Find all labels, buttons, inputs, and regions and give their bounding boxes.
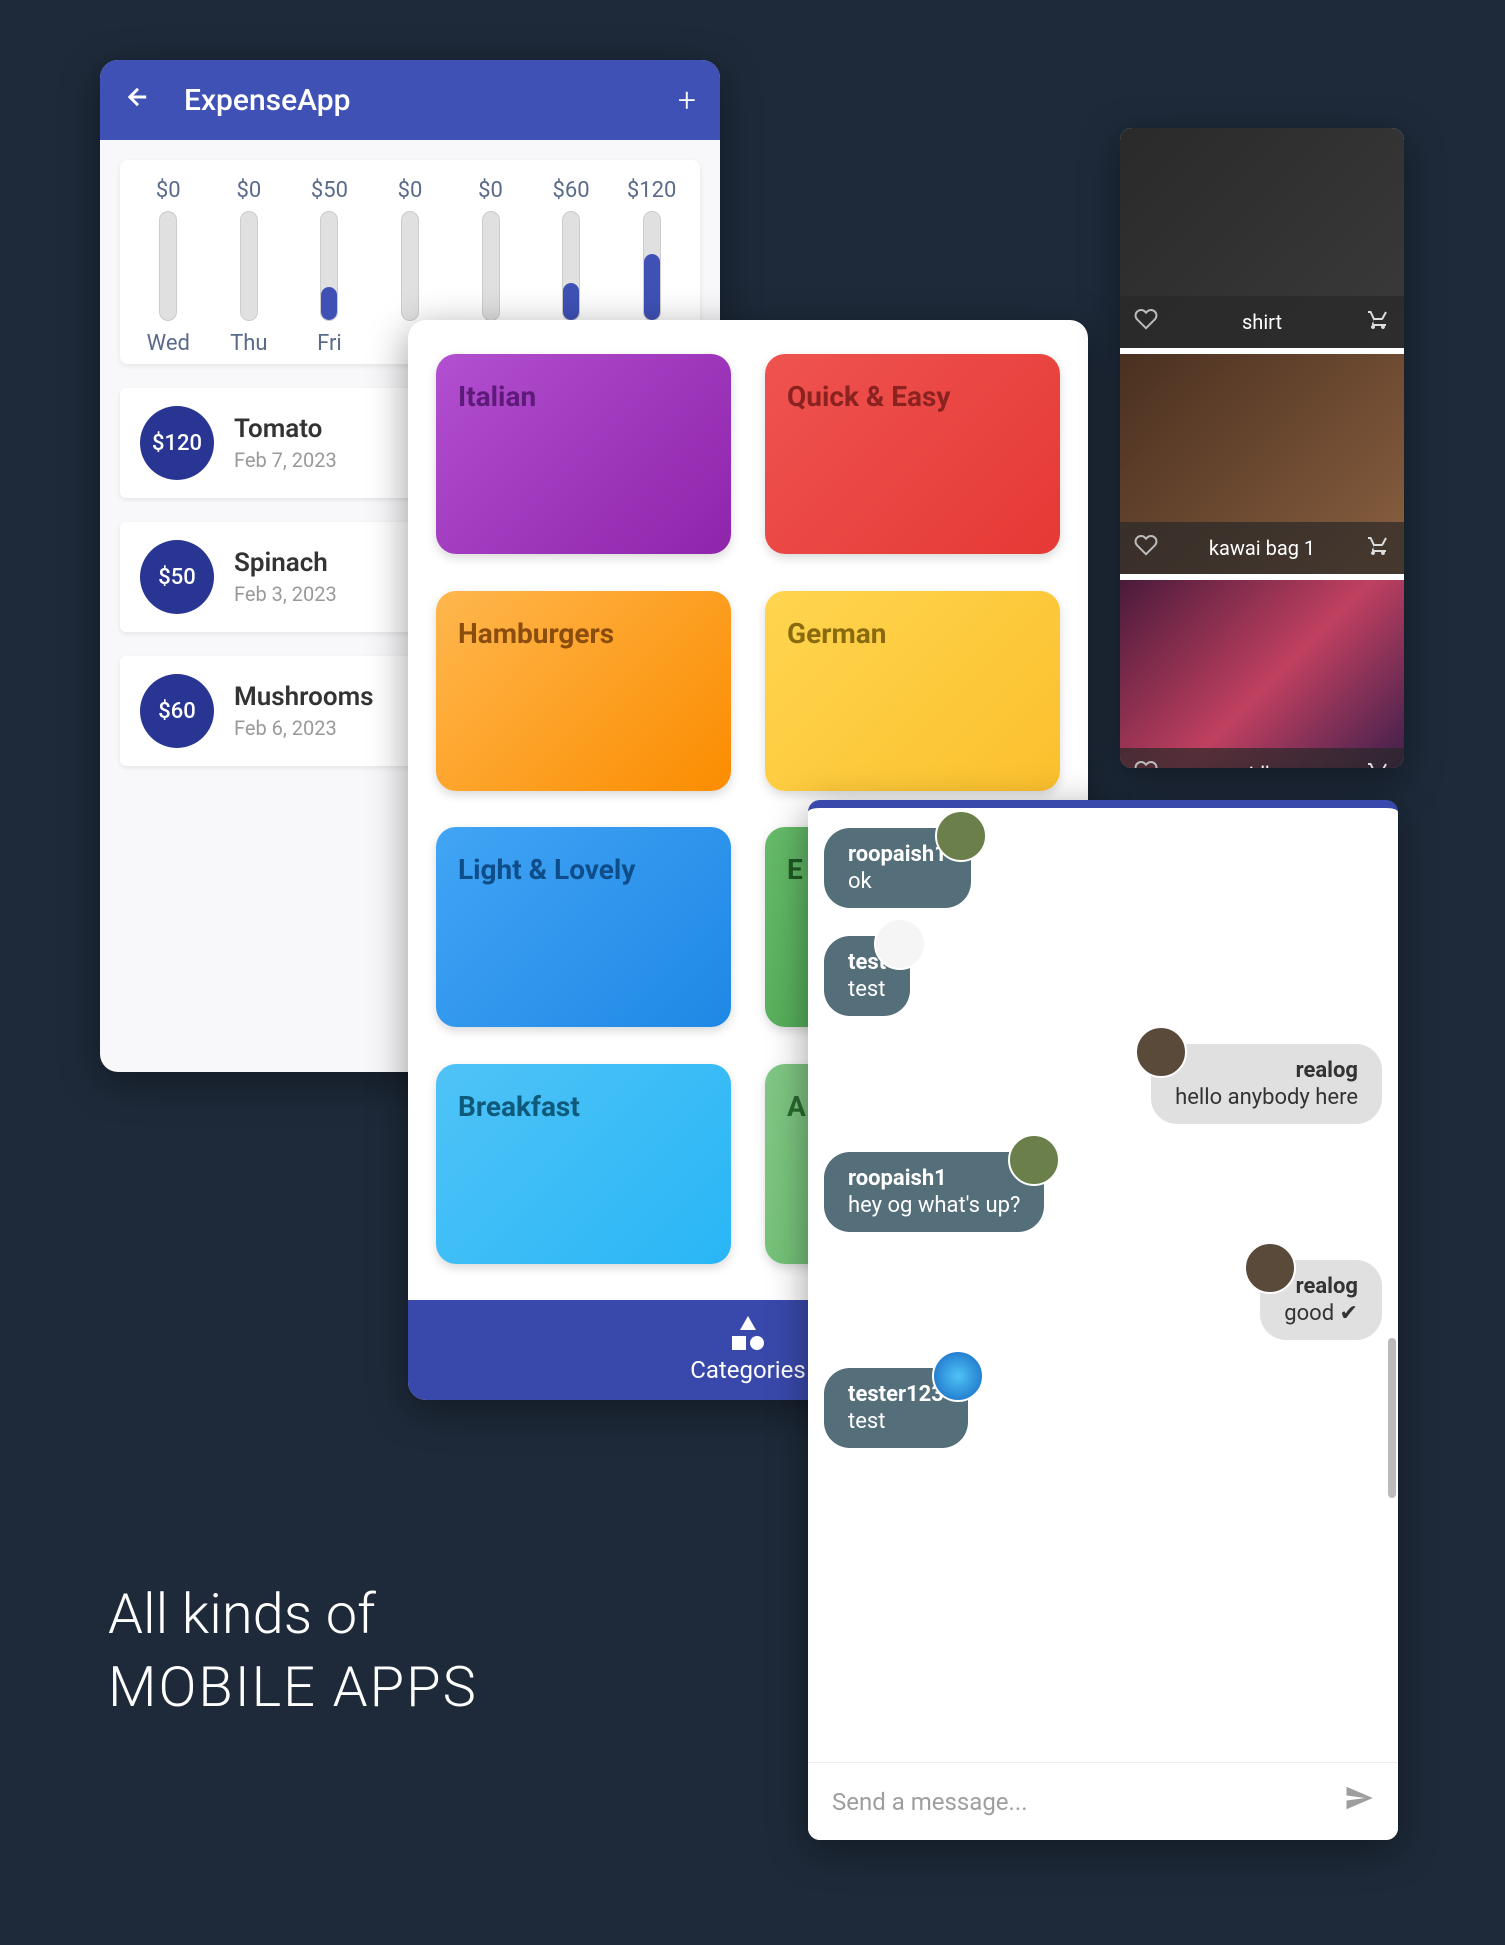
chat-message: realoghello anybody here — [824, 1044, 1382, 1124]
bar-day: Wed — [147, 331, 190, 356]
avatar[interactable] — [935, 810, 987, 862]
product-name: kawai bag 1 — [1158, 536, 1366, 560]
expense-app-header: ExpenseApp + — [100, 60, 720, 140]
avatar[interactable] — [1135, 1026, 1187, 1078]
product-bar: kawai bag 1 — [1120, 522, 1404, 574]
expense-amount: $50 — [140, 540, 214, 614]
chat-bubble: testtest — [824, 936, 910, 1016]
send-icon[interactable] — [1344, 1783, 1374, 1821]
message-input[interactable]: Send a message... — [832, 1788, 1344, 1816]
bar-track — [562, 211, 580, 321]
expense-date: Feb 6, 2023 — [234, 716, 374, 740]
chat-text: test — [848, 1409, 944, 1434]
product-bar: shirt — [1120, 296, 1404, 348]
product-name: idk — [1158, 762, 1366, 768]
chart-bar: $0 Thu — [214, 178, 284, 356]
caption-line2: MOBILE APPS — [108, 1651, 478, 1724]
cart-icon[interactable] — [1366, 307, 1390, 337]
bar-track — [401, 211, 419, 321]
categories-icon — [730, 1316, 766, 1352]
avatar[interactable] — [1008, 1134, 1060, 1186]
expense-date: Feb 7, 2023 — [234, 448, 337, 472]
cart-icon[interactable] — [1366, 759, 1390, 768]
chat-message: roopaish1hey og what's up? — [824, 1152, 1382, 1232]
bar-value: $0 — [398, 178, 423, 203]
category-tile[interactable]: Hamburgers — [436, 591, 731, 791]
back-arrow-icon[interactable] — [124, 83, 152, 118]
chat-bubble: roopaish1ok — [824, 828, 971, 908]
chat-username: tester123 — [848, 1382, 944, 1407]
bar-value: $50 — [311, 178, 348, 203]
bar-value: $0 — [236, 178, 261, 203]
shop-item[interactable]: shirt — [1120, 128, 1404, 348]
chat-bubble: roopaish1hey og what's up? — [824, 1152, 1044, 1232]
bar-track — [320, 211, 338, 321]
category-tile[interactable]: Light & Lovely — [436, 827, 731, 1027]
expense-date: Feb 3, 2023 — [234, 582, 337, 606]
category-tile[interactable]: German — [765, 591, 1060, 791]
shop-app-screen: shirt kawai bag 1 idk — [1120, 128, 1404, 768]
category-tile[interactable]: Italian — [436, 354, 731, 554]
chart-bar: $0 Wed — [133, 178, 203, 356]
avatar[interactable] — [1244, 1242, 1296, 1294]
promo-caption: All kinds of MOBILE APPS — [108, 1578, 478, 1724]
chat-app-screen: roopaish1oktesttestrealoghello anybody h… — [808, 800, 1398, 1840]
shop-item[interactable]: kawai bag 1 — [1120, 354, 1404, 574]
category-tile[interactable]: Breakfast — [436, 1064, 731, 1264]
bar-value: $60 — [553, 178, 590, 203]
product-name: shirt — [1158, 310, 1366, 334]
bar-value: $0 — [478, 178, 503, 203]
heart-icon[interactable] — [1134, 533, 1158, 563]
chat-message: roopaish1ok — [824, 828, 1382, 908]
chat-username: roopaish1 — [848, 1166, 1020, 1191]
shop-item[interactable]: idk — [1120, 580, 1404, 768]
expense-name: Mushrooms — [234, 682, 374, 712]
app-title: ExpenseApp — [184, 83, 351, 118]
chat-username: realog — [1175, 1058, 1358, 1083]
chat-bubble: realoghello anybody here — [1151, 1044, 1382, 1124]
chat-message: realoggood ✔ — [824, 1260, 1382, 1340]
caption-line1: All kinds of — [108, 1578, 478, 1651]
bar-value: $0 — [156, 178, 181, 203]
bar-day: Fri — [317, 331, 342, 356]
product-image — [1120, 580, 1404, 768]
chat-text: hello anybody here — [1175, 1085, 1358, 1110]
expense-amount: $60 — [140, 674, 214, 748]
chat-input-bar: Send a message... — [808, 1762, 1398, 1840]
bar-day: Thu — [230, 331, 267, 356]
bar-track — [643, 211, 661, 321]
bar-track — [240, 211, 258, 321]
chat-message: tester123test — [824, 1368, 1382, 1448]
category-tile[interactable]: Quick & Easy — [765, 354, 1060, 554]
heart-icon[interactable] — [1134, 759, 1158, 768]
chart-bar: $50 Fri — [294, 178, 364, 356]
heart-icon[interactable] — [1134, 307, 1158, 337]
bar-value: $120 — [627, 178, 676, 203]
product-bar: idk — [1120, 748, 1404, 768]
chat-text: hey og what's up? — [848, 1193, 1020, 1218]
scroll-bar[interactable] — [1388, 1338, 1396, 1498]
expense-name: Tomato — [234, 414, 337, 444]
avatar[interactable] — [932, 1350, 984, 1402]
cart-icon[interactable] — [1366, 533, 1390, 563]
chat-text: ok — [848, 869, 947, 894]
bar-track — [482, 211, 500, 321]
chat-bubble: realoggood ✔ — [1260, 1260, 1382, 1340]
categories-nav-label: Categories — [690, 1356, 806, 1384]
chat-text: good ✔ — [1284, 1301, 1358, 1326]
add-icon[interactable]: + — [678, 81, 696, 119]
chat-username: roopaish1 — [848, 842, 947, 867]
chat-username: realog — [1284, 1274, 1358, 1299]
chat-text: test — [848, 977, 886, 1002]
chat-message: testtest — [824, 936, 1382, 1016]
expense-name: Spinach — [234, 548, 337, 578]
chat-bubble: tester123test — [824, 1368, 968, 1448]
avatar[interactable] — [874, 918, 926, 970]
bar-track — [159, 211, 177, 321]
expense-amount: $120 — [140, 406, 214, 480]
